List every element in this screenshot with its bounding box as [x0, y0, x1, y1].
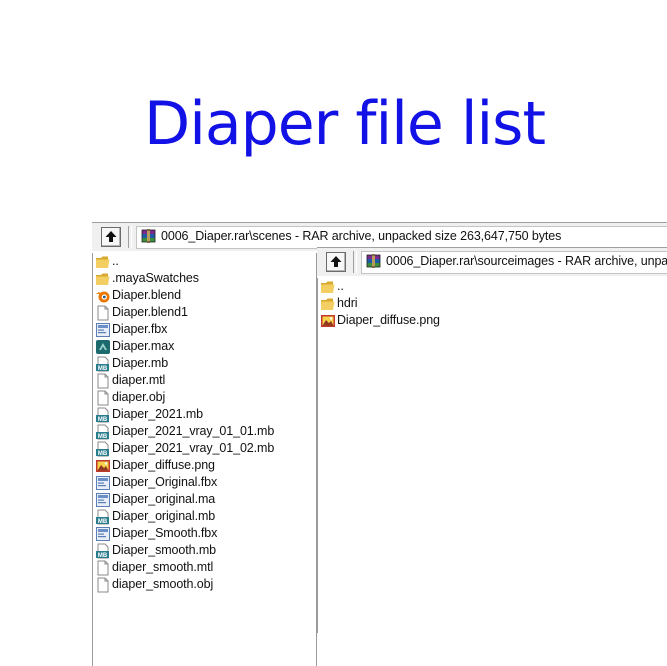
generic-file-icon: [95, 577, 111, 593]
file-name: diaper_smooth.mtl: [112, 560, 214, 574]
file-list-item[interactable]: diaper_smooth.obj: [93, 576, 317, 593]
file-list-item[interactable]: ..: [318, 278, 667, 295]
file-list-item[interactable]: hdri: [318, 295, 667, 312]
generic-file-icon: [95, 305, 111, 321]
file-name: Diaper_smooth.mb: [112, 543, 217, 557]
fbx-file-icon: [95, 526, 111, 542]
toolbar-separator: [353, 251, 357, 273]
file-list-item[interactable]: diaper_smooth.mtl: [93, 559, 317, 576]
archive-path-text: 0006_Diaper.rar\scenes - RAR archive, un…: [161, 229, 562, 243]
file-list-item[interactable]: MB Diaper_2021.mb: [93, 406, 317, 423]
file-name: Diaper.mb: [112, 356, 169, 370]
blender-file-icon: [95, 288, 111, 304]
maya-mb-file-icon: MB: [95, 407, 111, 423]
file-name: Diaper_Smooth.fbx: [112, 526, 218, 540]
file-name: diaper_smooth.obj: [112, 577, 214, 591]
folder-icon: [95, 254, 111, 270]
maya-mb-file-icon: MB: [95, 441, 111, 457]
toolbar-separator: [128, 226, 132, 248]
file-name: Diaper_Original.fbx: [112, 475, 218, 489]
file-name: Diaper.blend: [112, 288, 181, 302]
generic-file-icon: [95, 373, 111, 389]
sourceimages-file-list: .. hdri Diaper_diffuse.png: [317, 278, 667, 633]
file-list-item[interactable]: ..: [93, 253, 317, 270]
rar-archive-icon: [141, 228, 158, 248]
maya-mb-file-icon: MB: [95, 509, 111, 525]
up-arrow-icon: [330, 256, 342, 267]
file-name: Diaper_2021_vray_01_01.mb: [112, 424, 275, 438]
maya-mb-file-icon: MB: [95, 356, 111, 372]
file-name: Diaper_diffuse.png: [337, 313, 440, 327]
fbx-file-icon: [95, 475, 111, 491]
file-list-item[interactable]: MB Diaper_smooth.mb: [93, 542, 317, 559]
file-list-item[interactable]: MB Diaper_original.mb: [93, 508, 317, 525]
file-list-item[interactable]: .mayaSwatches: [93, 270, 317, 287]
fbx-file-icon: [95, 322, 111, 338]
file-list-item[interactable]: Diaper.fbx: [93, 321, 317, 338]
fbx-file-icon: [95, 492, 111, 508]
generic-file-icon: [95, 560, 111, 576]
file-name: ..: [337, 279, 344, 293]
folder-icon: [320, 296, 336, 312]
png-image-icon: [95, 458, 111, 474]
scenes-file-list: .. .mayaSwatches Diaper.blend Diaper.blend1…: [92, 253, 317, 666]
3dsmax-file-icon: [95, 339, 111, 355]
folder-icon: [320, 279, 336, 295]
page-title: Diaper file list: [144, 89, 546, 159]
file-list-item[interactable]: Diaper_Smooth.fbx: [93, 525, 317, 542]
file-list-item[interactable]: Diaper_diffuse.png: [318, 312, 667, 329]
file-name: hdri: [337, 296, 358, 310]
sourceimages-toolbar: 0006_Diaper.rar\sourceimages - RAR archi…: [317, 247, 667, 276]
maya-mb-file-icon: MB: [95, 424, 111, 440]
file-name: Diaper.blend1: [112, 305, 188, 319]
file-name: ..: [112, 254, 119, 268]
file-list-item[interactable]: Diaper.max: [93, 338, 317, 355]
file-list-item[interactable]: MB Diaper.mb: [93, 355, 317, 372]
up-folder-button[interactable]: [101, 227, 121, 247]
file-name: Diaper.fbx: [112, 322, 168, 336]
file-name: diaper.mtl: [112, 373, 166, 387]
generic-file-icon: [95, 390, 111, 406]
file-list-item[interactable]: Diaper_original.ma: [93, 491, 317, 508]
file-list-item[interactable]: Diaper.blend: [93, 287, 317, 304]
file-list-item[interactable]: Diaper_Original.fbx: [93, 474, 317, 491]
file-name: Diaper.max: [112, 339, 175, 353]
png-image-icon: [320, 313, 336, 329]
file-list-item[interactable]: diaper.obj: [93, 389, 317, 406]
maya-mb-file-icon: MB: [95, 543, 111, 559]
file-name: diaper.obj: [112, 390, 166, 404]
sourceimages-file-panel: 0006_Diaper.rar\sourceimages - RAR archi…: [317, 247, 667, 633]
file-name: .mayaSwatches: [112, 271, 199, 285]
file-list-item[interactable]: diaper.mtl: [93, 372, 317, 389]
file-list-item[interactable]: Diaper_diffuse.png: [93, 457, 317, 474]
file-name: Diaper_original.ma: [112, 492, 216, 506]
file-name: Diaper_2021_vray_01_02.mb: [112, 441, 275, 455]
folder-icon: [95, 271, 111, 287]
rar-archive-icon: [366, 253, 383, 273]
file-list-item[interactable]: Diaper.blend1: [93, 304, 317, 321]
file-list-item[interactable]: MB Diaper_2021_vray_01_02.mb: [93, 440, 317, 457]
archive-path-text: 0006_Diaper.rar\sourceimages - RAR archi…: [386, 254, 667, 268]
file-name: Diaper_2021.mb: [112, 407, 204, 421]
archive-path-bar[interactable]: 0006_Diaper.rar\scenes - RAR archive, un…: [136, 226, 667, 249]
archive-path-bar[interactable]: 0006_Diaper.rar\sourceimages - RAR archi…: [361, 251, 667, 274]
up-folder-button[interactable]: [326, 252, 346, 272]
file-list-item[interactable]: MB Diaper_2021_vray_01_01.mb: [93, 423, 317, 440]
file-name: Diaper_diffuse.png: [112, 458, 215, 472]
file-name: Diaper_original.mb: [112, 509, 216, 523]
up-arrow-icon: [105, 231, 117, 242]
